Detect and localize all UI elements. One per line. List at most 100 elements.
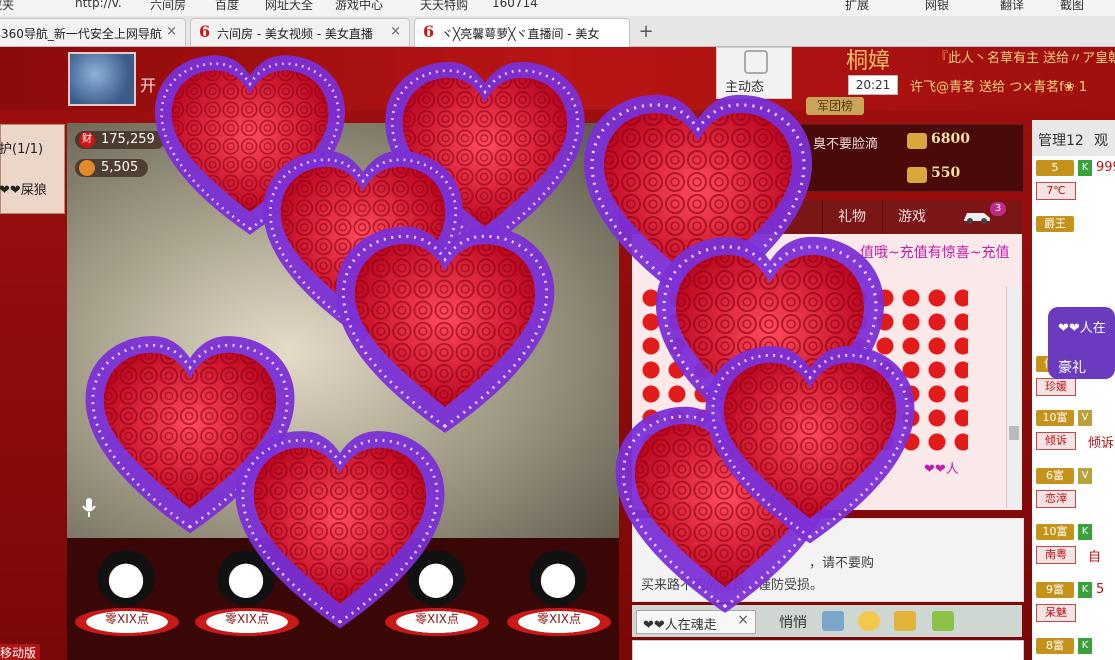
site-logo-icon: 6 xyxy=(199,22,211,41)
user-list-panel: 管理12 观 5 K 999 7℃ 爵王 伯爵 珍媛 10富 V 倾诉 倾诉 6… xyxy=(1032,120,1115,660)
k-badge: K xyxy=(1078,524,1092,540)
gift-ticker: 『此人丶名草有主 送给〃ア皇朝 xyxy=(935,51,1115,66)
wealth-value: 175,259 xyxy=(101,132,155,147)
scrollbar-thumb[interactable] xyxy=(1009,426,1019,440)
level-badge: 8富 xyxy=(1036,638,1074,654)
bookmarks-bar: 收藏夹 http://v. 六间房 百度 网址大全 游戏中心 天天特购 1607… xyxy=(0,0,1115,17)
k-badge: K xyxy=(1078,582,1092,598)
floating-gift-banner[interactable]: ❤❤人在 豪礼 xyxy=(1048,307,1115,379)
rose-heart-icon xyxy=(335,226,555,433)
user-list-tabs: 管理12 观 xyxy=(1032,120,1115,156)
bookmark-item[interactable]: 网银 xyxy=(925,0,949,13)
bookmark-item[interactable]: 收藏夹 xyxy=(0,0,14,13)
bookmark-item[interactable]: 扩展 xyxy=(845,0,869,13)
bookmark-item[interactable]: 百度 xyxy=(215,0,239,13)
gift-ticker: 许飞@青茗 送给 つ×青茗f❀ 1 xyxy=(910,80,1088,95)
user-row[interactable]: 5 K 999 xyxy=(1036,160,1115,182)
gold-icon xyxy=(907,167,927,183)
user-name: 5 xyxy=(1096,582,1105,597)
rich-value: 550 xyxy=(931,165,961,181)
car-count-badge: 3 xyxy=(990,202,1006,216)
guard-panel: 护(1/1) ❤❤屎狼 xyxy=(0,124,65,214)
rich-value: 6800 xyxy=(931,131,970,147)
browser-tab[interactable]: 360导航_新一代安全上网导航 × xyxy=(0,18,186,46)
tab-admins[interactable]: 管理12 xyxy=(1038,130,1084,150)
rich-list: 臭不要脸滴 6800 550 xyxy=(800,124,1024,192)
host-name: 桐嫜 xyxy=(846,49,891,74)
wealth-icon: 财 xyxy=(79,132,95,148)
browser-tab-active[interactable]: 6 ヾ╳亮馨萼萝╳ヾ直播间 - 美女 xyxy=(414,18,630,47)
rich-user-name: 臭不要脸滴 xyxy=(813,137,879,152)
rich-row[interactable]: 550 xyxy=(801,161,1023,191)
chat-scrollbar[interactable] xyxy=(1006,286,1021,508)
level-badge: 10富 xyxy=(1036,410,1074,426)
live-room-page: 开 主动态 桐嫜 『此人丶名草有主 送给〃ア皇朝 20:21 许飞@青茗 送给 … xyxy=(0,47,1115,660)
vip-icon[interactable] xyxy=(894,611,916,631)
user-row[interactable]: 10富 K xyxy=(1036,524,1115,546)
rose-heart-icon xyxy=(705,346,915,544)
user-row[interactable]: 8富 K xyxy=(1036,638,1115,660)
ticker-row: 20:21 许飞@青茗 送给 つ×青茗f❀ 1 xyxy=(848,75,1115,97)
fans-value: 5,505 xyxy=(101,160,139,175)
seat-avatar xyxy=(529,550,587,606)
bookmark-item[interactable]: 翻译 xyxy=(1000,0,1024,13)
guest-seat[interactable]: 零XIX点 xyxy=(507,550,611,640)
mobile-version-link[interactable]: 移动版 xyxy=(0,644,41,660)
level-badge: 10富 xyxy=(1036,524,1074,540)
ticker-time: 20:21 xyxy=(848,75,898,95)
car-icon[interactable] xyxy=(962,208,992,224)
user-name: 倾诉 xyxy=(1088,436,1115,451)
bookmark-item[interactable]: http://v. xyxy=(75,0,122,10)
site-logo-icon: 6 xyxy=(423,22,435,41)
level-badge: 5 xyxy=(1036,160,1074,176)
user-tag: 倾诉 xyxy=(1036,432,1076,450)
emoji-icon[interactable] xyxy=(858,611,880,631)
close-icon[interactable]: × xyxy=(390,24,401,39)
new-tab-button[interactable]: + xyxy=(633,21,659,43)
bookmark-item[interactable]: 截图 xyxy=(1060,0,1084,13)
v-badge: V xyxy=(1078,410,1092,426)
tab-title: ヾ╳亮馨萼萝╳ヾ直播间 - 美女 xyxy=(441,27,600,41)
gift-banner-text: ❤❤人在 xyxy=(1058,321,1106,336)
fans-icon xyxy=(79,160,95,176)
bookmark-item[interactable]: 六间房 xyxy=(150,0,186,13)
tab-games[interactable]: 游戏 xyxy=(882,200,941,234)
rose-heart-icon xyxy=(235,431,445,629)
user-name: 999 xyxy=(1096,160,1115,175)
user-row[interactable]: 9富 K 5 xyxy=(1036,582,1115,604)
fans-badge: 5,505 xyxy=(75,159,149,177)
user-tag: 珍媛 xyxy=(1036,378,1076,396)
seat-label: 零XIX点 xyxy=(537,612,581,626)
v-badge: V xyxy=(1078,468,1092,484)
user-row[interactable]: 10富 V xyxy=(1036,410,1115,432)
guard-name[interactable]: ❤❤屎狼 xyxy=(0,179,47,198)
user-row[interactable]: 爵王 xyxy=(1036,216,1115,238)
seat-avatar xyxy=(97,550,155,606)
chat-message: ❤❤人 xyxy=(924,462,959,477)
bookmark-item[interactable]: 游戏中心 xyxy=(335,0,383,13)
user-tag: 7℃ xyxy=(1036,182,1076,200)
seat-label: 零XIX点 xyxy=(105,612,149,626)
guard-title: 护(1/1) xyxy=(0,142,44,157)
host-avatar[interactable] xyxy=(68,52,136,106)
tab-title: 六间房 - 美女视频 - 美女直播 xyxy=(217,27,373,41)
bookmark-item[interactable]: 网址大全 xyxy=(265,0,313,13)
bookmark-item[interactable]: 160714 xyxy=(492,0,538,10)
k-badge: K xyxy=(1078,160,1092,176)
rich-row[interactable]: 臭不要脸滴 6800 xyxy=(801,127,1023,157)
user-icon xyxy=(744,50,768,74)
tab-title: 360导航_新一代安全上网导航 xyxy=(1,27,162,41)
close-icon[interactable]: × xyxy=(166,24,177,39)
chat-input[interactable] xyxy=(632,640,1024,660)
guest-seat[interactable]: 零XIX点 xyxy=(75,550,179,640)
tab-audience[interactable]: 观 xyxy=(1094,130,1108,150)
level-badge: 爵王 xyxy=(1036,216,1074,232)
guard-icon[interactable] xyxy=(932,611,954,631)
k-badge: K xyxy=(1078,638,1092,654)
user-name: 自 xyxy=(1088,550,1102,565)
bookmark-item[interactable]: 天天特购 xyxy=(420,0,468,13)
user-row[interactable]: 6富 V xyxy=(1036,468,1115,490)
user-tag: 恋滓 xyxy=(1036,490,1076,508)
browser-tab[interactable]: 6 六间房 - 美女视频 - 美女直播 × xyxy=(190,18,410,46)
user-tag: 呆魅 xyxy=(1036,604,1076,622)
